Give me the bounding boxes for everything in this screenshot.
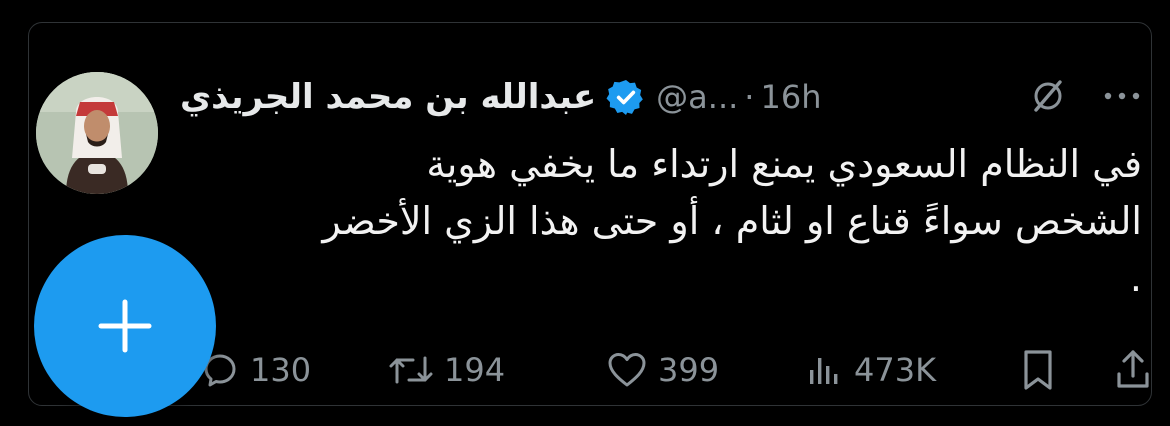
bookmark-icon bbox=[1024, 350, 1052, 390]
display-name[interactable]: عبدالله بن محمد الجريذي bbox=[180, 77, 596, 117]
action-bar: 130 194 399 473K bbox=[190, 340, 1150, 400]
tweet-text-line: في النظام السعودي يمنع ارتداء ما يخفي هو… bbox=[426, 142, 1142, 186]
tweet-header: عبدالله بن محمد الجريذي @a... · 16h bbox=[180, 66, 1152, 128]
grok-icon[interactable] bbox=[1028, 76, 1068, 116]
compose-fab-button[interactable] bbox=[34, 235, 216, 417]
user-handle[interactable]: @a... bbox=[656, 78, 738, 116]
reply-button[interactable]: 130 bbox=[200, 340, 311, 400]
bookmark-button[interactable] bbox=[1018, 340, 1058, 400]
share-button[interactable] bbox=[1116, 340, 1150, 400]
heart-icon bbox=[608, 353, 646, 387]
views-count: 473K bbox=[854, 351, 937, 389]
avatar-image bbox=[36, 72, 158, 194]
more-icon[interactable] bbox=[1102, 89, 1142, 103]
share-icon bbox=[1117, 350, 1149, 388]
tweet-timestamp[interactable]: 16h bbox=[760, 78, 821, 116]
views-icon bbox=[810, 358, 838, 384]
reply-count: 130 bbox=[250, 351, 312, 389]
retweet-count: 194 bbox=[444, 351, 506, 389]
tweet-text-line: الشخص سواءً قناع او لثام ، أو حتى هذا ال… bbox=[322, 199, 1142, 243]
separator-dot: · bbox=[744, 78, 755, 116]
retweet-button[interactable]: 194 bbox=[388, 340, 505, 400]
avatar[interactable] bbox=[36, 72, 158, 194]
verified-badge-icon bbox=[606, 80, 644, 115]
like-button[interactable]: 399 bbox=[606, 340, 719, 400]
like-count: 399 bbox=[658, 351, 720, 389]
plus-icon bbox=[98, 299, 152, 353]
views-button[interactable]: 473K bbox=[804, 340, 936, 400]
tweet-text-line: . bbox=[1129, 256, 1142, 300]
tweet-text: في النظام السعودي يمنع ارتداء ما يخفي هو… bbox=[180, 136, 1142, 307]
retweet-icon bbox=[389, 356, 433, 384]
